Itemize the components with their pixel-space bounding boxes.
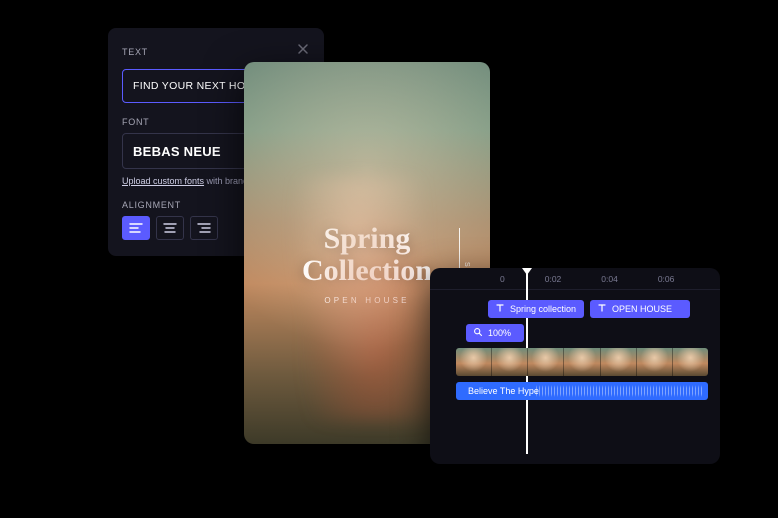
clip-label: Spring collection [510,304,576,314]
preview-title-line1: Spring [324,222,411,255]
text-section-label: TEXT [122,47,148,57]
font-name-value: BEBAS NEUE [133,144,221,159]
audio-clip[interactable]: Believe The Hype [456,382,708,400]
align-right-button[interactable] [190,216,218,240]
video-thumb [564,348,600,376]
preview-title: Spring Collection [302,223,432,286]
ruler-tick: 0:04 [601,274,618,284]
timeline-ruler[interactable]: 0 0:02 0:04 0:06 [430,268,720,290]
zoom-icon [473,327,483,339]
text-clip-open-house[interactable]: OPEN HOUSE [590,300,690,318]
preview-subtitle: OPEN HOUSE [324,296,409,305]
video-thumb [492,348,528,376]
video-thumb [673,348,708,376]
ruler-tick: 0 [500,274,505,284]
timeline-panel: 0 0:02 0:04 0:06 Spring collection OPEN … [430,268,720,464]
video-thumb [456,348,492,376]
clip-label: Believe The Hype [468,386,539,396]
ruler-tick: 0:06 [658,274,675,284]
align-left-button[interactable] [122,216,150,240]
timeline-tracks: Spring collection OPEN HOUSE 100% Be [430,290,720,410]
text-icon [597,303,607,315]
preview-title-line2: Collection [302,254,432,287]
video-clip[interactable] [456,348,708,376]
clip-label: 100% [488,328,511,338]
zoom-clip[interactable]: 100% [466,324,524,342]
audio-waveform [536,385,702,397]
close-icon[interactable] [296,42,310,61]
video-thumb [637,348,673,376]
upload-custom-fonts-link[interactable]: Upload custom fonts [122,176,204,186]
ruler-tick: 0:02 [545,274,562,284]
clip-label: OPEN HOUSE [612,304,672,314]
text-clip-spring-collection[interactable]: Spring collection [488,300,584,318]
video-thumb [528,348,564,376]
align-center-button[interactable] [156,216,184,240]
text-icon [495,303,505,315]
video-thumb [601,348,637,376]
